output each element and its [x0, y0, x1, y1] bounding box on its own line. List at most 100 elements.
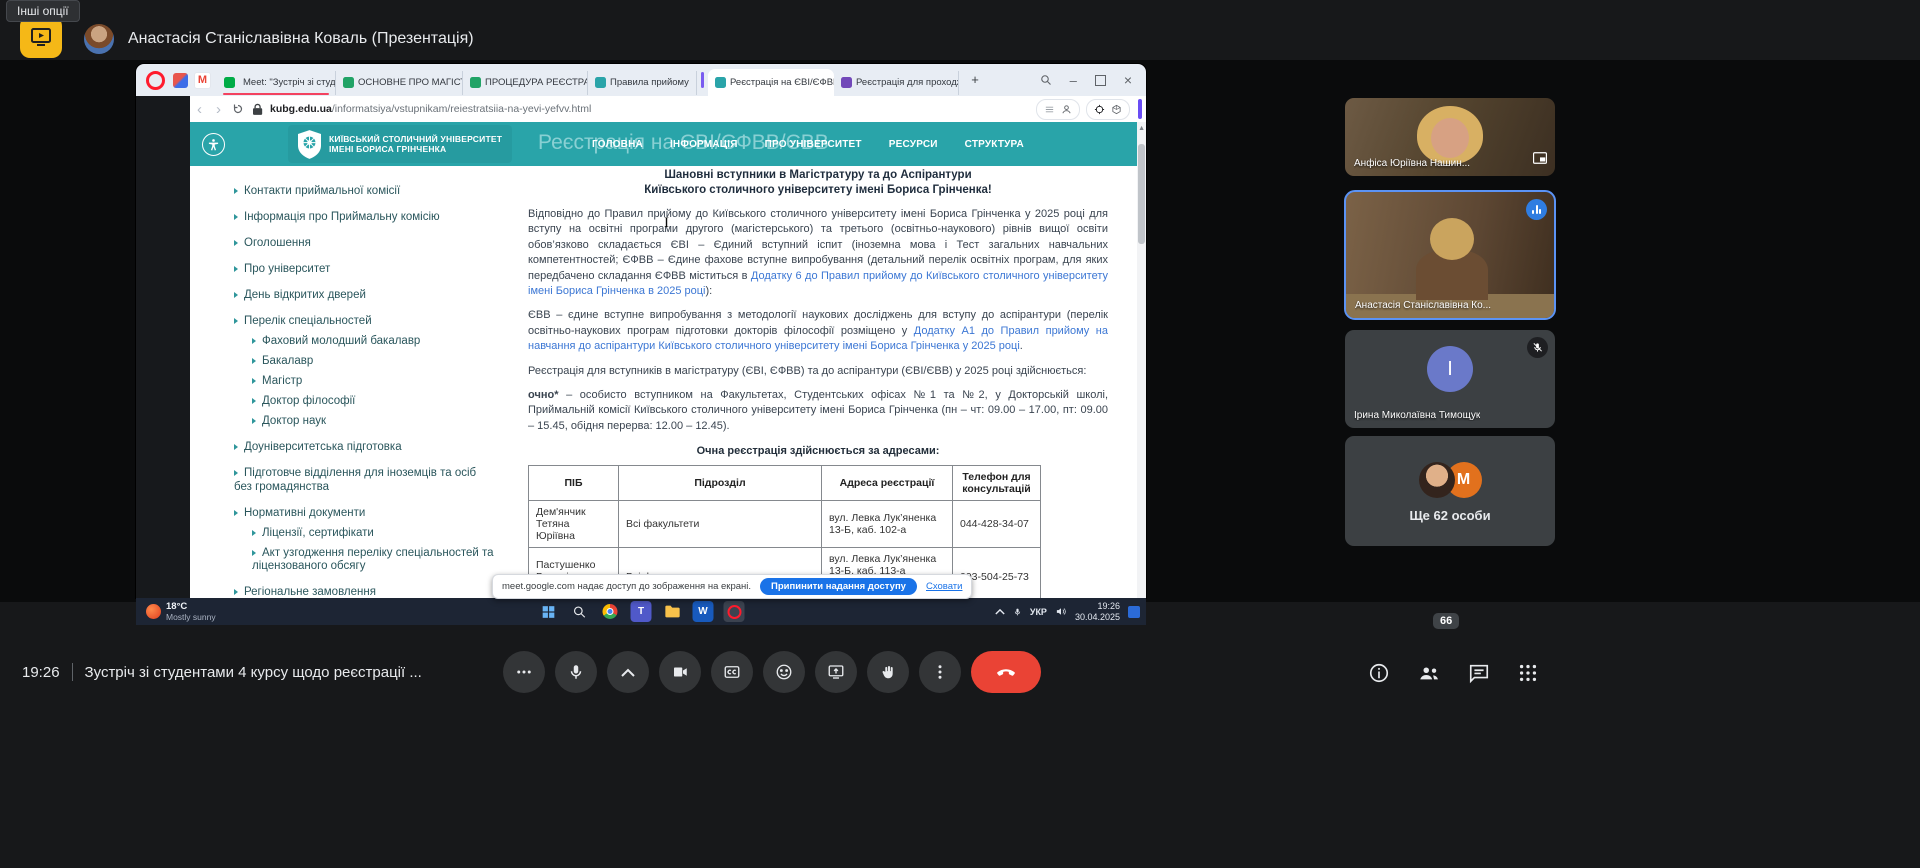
new-tab-button[interactable]: + [967, 72, 983, 88]
nav-holovna[interactable]: ГОЛОВНА [592, 139, 643, 150]
scroll-up-arrow[interactable]: ▲ [1138, 125, 1145, 132]
lock-icon[interactable] [253, 103, 263, 115]
opera-menu-icon[interactable] [146, 71, 165, 90]
scrollbar-thumb[interactable] [1138, 144, 1145, 244]
sidebar-label: Акт узгодження переліку спеціальностей т… [252, 547, 494, 572]
chat-panel-icon[interactable] [1468, 662, 1490, 689]
sidebar-subitem[interactable]: Доктор наук [252, 415, 496, 428]
tab-pravyla[interactable]: Правила прийому [588, 71, 697, 95]
cell-adresa: вул. Левка Лук’яненка 13-Б, каб. 102-а [822, 501, 953, 548]
weather-temp: 18°C [166, 602, 216, 612]
tray-volume-icon[interactable] [1055, 606, 1067, 617]
tab-label: Реєстрація на ЄВІ/ЄФВВ/ [730, 77, 834, 88]
page-scrollbar[interactable]: ▲ [1137, 122, 1146, 598]
sidebar-item[interactable]: Інформація про Приймальну комісію [234, 210, 496, 224]
word-app-icon[interactable]: W [693, 601, 714, 622]
profile-pill[interactable] [1036, 99, 1080, 120]
tray-mic-icon[interactable] [1013, 606, 1022, 618]
tab-reiestratsiia-active[interactable]: Реєстрація на ЄВІ/ЄФВВ/ [708, 69, 834, 96]
mic-button[interactable] [555, 651, 597, 693]
taskbar-weather-widget[interactable]: 18°C Mostly sunny [146, 602, 216, 622]
participant-tile-3[interactable]: І Ірина Миколаївна Тимощук [1345, 330, 1555, 428]
hide-share-bar-link[interactable]: Сховати [926, 581, 962, 592]
tab-osnovne[interactable]: ОСНОВНЕ ПРО МАГІСТЕР [336, 71, 463, 95]
more-participants-tile[interactable]: M Ще 62 особи [1345, 436, 1555, 546]
sidebar-subitem[interactable]: Фаховий молодший бакалавр [252, 335, 496, 348]
explorer-app-icon[interactable] [662, 601, 683, 622]
participant-video-face [1431, 118, 1469, 158]
tab-label: Реєстрація для проходже [856, 77, 959, 88]
activities-grid-icon[interactable] [1517, 662, 1539, 689]
reload-icon[interactable] [232, 103, 244, 115]
sidebar-subitem[interactable]: Доктор філософії [252, 395, 496, 408]
picture-in-picture-icon[interactable] [1533, 151, 1547, 169]
presentation-event-icon[interactable] [20, 16, 62, 58]
tab-meet[interactable]: Meet: "Зустріч зі студ [217, 71, 336, 95]
sidebar-item[interactable]: Перелік спеціальностей [234, 314, 496, 328]
present-button[interactable] [815, 651, 857, 693]
url-field[interactable]: kubg.edu.ua/informatsiya/vstupnikam/reie… [270, 103, 591, 115]
camera-button[interactable] [659, 651, 701, 693]
reactions-button[interactable] [763, 651, 805, 693]
tab-forms[interactable]: Реєстрація для проходже [834, 71, 959, 95]
device-expand-button[interactable] [607, 651, 649, 693]
raise-hand-button[interactable] [867, 651, 909, 693]
sidebar-item[interactable]: Підготовче відділення для іноземців та о… [234, 466, 496, 494]
accessibility-icon[interactable] [202, 133, 225, 156]
table-row: Дем'янчик Тетяна Юріївна Всі факультети … [529, 501, 1041, 548]
bullet-icon [252, 418, 256, 424]
stop-sharing-button[interactable]: Припинити надання доступу [760, 578, 917, 595]
sidebar-subitem[interactable]: Ліцензії, сертифікати [252, 527, 496, 540]
pinned-tab-gmail-icon[interactable]: M [194, 72, 211, 89]
windows-start-icon[interactable] [538, 601, 559, 622]
sidebar-item[interactable]: Доуніверситетська підготовка [234, 440, 496, 454]
browser-app-icon[interactable] [600, 601, 621, 622]
sidebar-subitem[interactable]: Бакалавр [252, 355, 496, 368]
participant-count-badge: 66 [1433, 613, 1459, 629]
minimize-button[interactable]: – [1070, 73, 1077, 88]
close-button[interactable]: × [1124, 72, 1132, 88]
back-button[interactable]: ‹ [197, 102, 202, 117]
end-call-button[interactable] [971, 651, 1041, 693]
nav-pro-universytet[interactable]: ПРО УНІВЕРСИТЕТ [765, 139, 862, 150]
extensions-pill[interactable] [1086, 99, 1130, 120]
nav-struktura[interactable]: СТРУКТУРА [965, 139, 1024, 150]
info-panel-icon[interactable] [1368, 662, 1390, 689]
sidebar-subitem[interactable]: Акт узгодження переліку спеціальностей т… [252, 547, 496, 573]
sidebar-item[interactable]: Оголошення [234, 236, 496, 250]
taskbar-search-icon[interactable] [569, 601, 590, 622]
screen-share-bar: meet.google.com надає доступ до зображен… [492, 574, 972, 599]
nav-resursy[interactable]: РЕСУРСИ [889, 139, 938, 150]
site-logo[interactable]: КИЇВСЬКИЙ СТОЛИЧНИЙ УНІВЕРСИТЕТ ІМЕНІ БО… [288, 125, 512, 163]
people-panel-icon[interactable] [1417, 662, 1441, 689]
participant-tile-2-speaking[interactable]: Анастасія Станіславівна Ко... [1344, 190, 1556, 320]
sidebar-item[interactable]: День відкритих дверей [234, 288, 496, 302]
more-options-button[interactable] [919, 651, 961, 693]
opera-sidebar[interactable] [136, 96, 190, 598]
window-controls: – × [1040, 72, 1146, 88]
opera-app-icon[interactable] [724, 601, 745, 622]
forward-button[interactable]: › [216, 102, 221, 117]
nav-informatsiia[interactable]: ІНФОРМАЦІЯ [670, 139, 738, 150]
tray-chevron-icon[interactable] [995, 608, 1005, 615]
sidebar-handle[interactable] [1138, 99, 1142, 119]
maximize-button[interactable] [1095, 75, 1106, 86]
sidebar-item[interactable]: Нормативні документи [234, 506, 496, 520]
audio-activity-icon [1526, 199, 1547, 220]
captions-button[interactable] [711, 651, 753, 693]
participant-tile-1[interactable]: Анфіса Юріївна Нашин... [1345, 98, 1555, 176]
teams-app-icon[interactable]: T [631, 601, 652, 622]
sidebar-label: Доктор філософії [262, 395, 355, 407]
keyboard-language[interactable]: УКР [1030, 607, 1047, 617]
taskbar-clock[interactable]: 19:26 30.04.2025 [1075, 601, 1120, 622]
notification-center-icon[interactable] [1128, 606, 1140, 618]
sidebar-item[interactable]: Регіональне замовлення [234, 585, 496, 598]
sidebar-item[interactable]: Контакти приймальної комісії [234, 184, 496, 198]
more-controls-button[interactable] [503, 651, 545, 693]
url-path: /informatsiya/vstupnikam/reiestratsiia-n… [332, 103, 591, 115]
tab-procedura[interactable]: ПРОЦЕДУРА РЕЄСТРАЦІ [463, 71, 588, 95]
sidebar-subitem[interactable]: Магістр [252, 375, 496, 388]
sidebar-item[interactable]: Про університет [234, 262, 496, 276]
search-tabs-icon[interactable] [1040, 74, 1052, 86]
pinned-tab-1-icon[interactable] [173, 73, 188, 88]
